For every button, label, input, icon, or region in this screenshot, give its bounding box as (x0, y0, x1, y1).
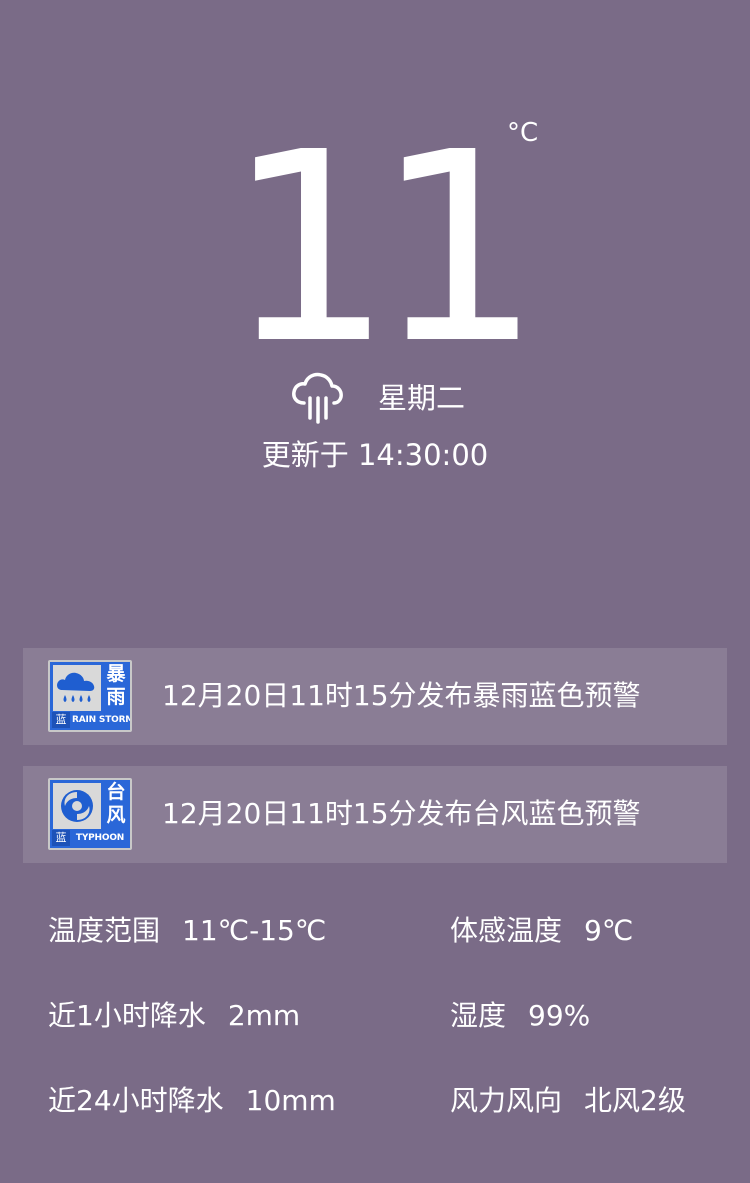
stat-value: 北风2级 (584, 1084, 686, 1117)
typhoon-swirl-icon (61, 790, 93, 822)
badge-level-label: 蓝 (52, 712, 70, 728)
badge-level-label: 蓝 (52, 830, 70, 846)
update-time: 更新于 14:30:00 (261, 438, 489, 472)
temperature-unit: °C (507, 118, 539, 148)
rainstorm-warning-icon: 暴雨 蓝 RAIN STORM (48, 660, 132, 732)
cloud-rain-icon (292, 372, 343, 424)
stat-temp-range: 温度范围 11℃-15℃ (48, 912, 326, 950)
cloud-drops-icon (57, 672, 95, 702)
current-temperature: 11 (226, 96, 541, 401)
typhoon-pictogram (53, 783, 101, 829)
stat-value: 99% (528, 999, 591, 1032)
stat-precip-1h: 近1小时降水 2mm (48, 997, 300, 1035)
stat-humidity: 湿度 99% (450, 997, 590, 1035)
badge-chinese-label: 暴雨 (106, 663, 126, 708)
badge-english-label: TYPHOON (75, 833, 125, 843)
weather-summary: 星期二 (0, 370, 750, 426)
stat-precip-24h: 近24小时降水 10mm (48, 1082, 336, 1120)
stat-value: 11℃-15℃ (182, 914, 327, 947)
stat-label: 温度范围 (48, 914, 161, 947)
stat-label: 体感温度 (450, 914, 563, 947)
rainstorm-pictogram (53, 665, 101, 711)
alert-typhoon[interactable]: 台风 蓝 TYPHOON 12月20日11时15分发布台风蓝色预警 (23, 766, 727, 863)
stat-feels-like: 体感温度 9℃ (450, 912, 633, 950)
alert-text: 12月20日11时15分发布台风蓝色预警 (162, 797, 641, 830)
alert-text: 12月20日11时15分发布暴雨蓝色预警 (162, 679, 641, 712)
stat-label: 湿度 (450, 999, 507, 1032)
stat-label: 近24小时降水 (48, 1084, 224, 1117)
badge-chinese-label: 台风 (106, 781, 126, 826)
typhoon-warning-icon: 台风 蓝 TYPHOON (48, 778, 132, 850)
stat-label: 风力风向 (450, 1084, 563, 1117)
stat-value: 10mm (245, 1084, 336, 1117)
stat-label: 近1小时降水 (48, 999, 206, 1032)
stat-value: 9℃ (584, 914, 634, 947)
badge-english-label: RAIN STORM (72, 715, 132, 725)
stat-wind: 风力风向 北风2级 (450, 1082, 686, 1120)
weekday-label: 星期二 (378, 381, 466, 415)
alert-rainstorm[interactable]: 暴雨 蓝 RAIN STORM 12月20日11时15分发布暴雨蓝色预警 (23, 648, 727, 745)
stat-value: 2mm (227, 999, 301, 1032)
